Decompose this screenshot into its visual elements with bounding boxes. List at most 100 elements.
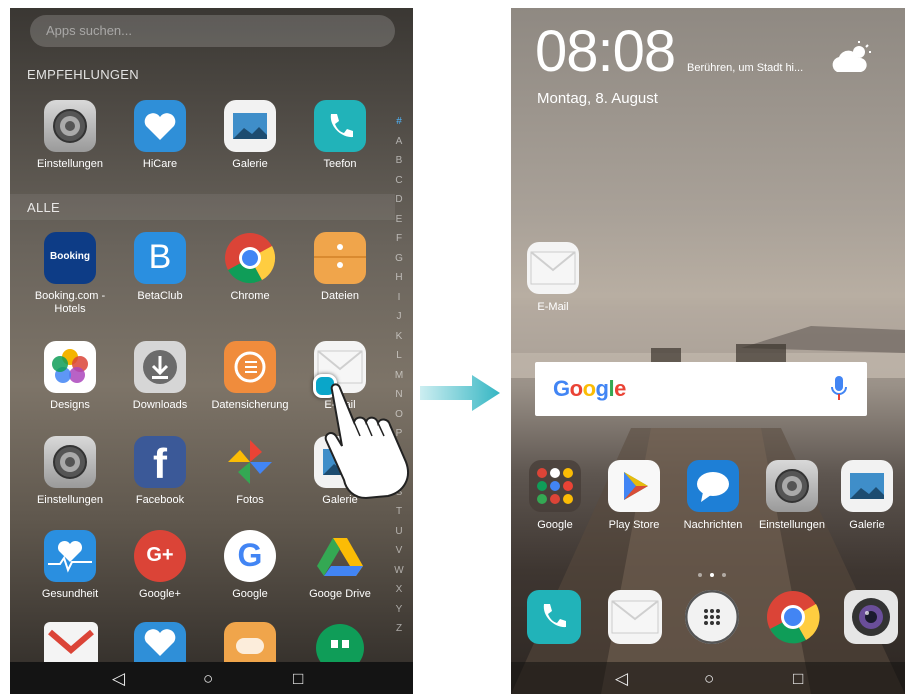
mail-icon bbox=[611, 600, 659, 634]
dock-email[interactable] bbox=[608, 590, 662, 644]
hangouts-icon bbox=[316, 624, 364, 672]
app-designs[interactable]: Designs bbox=[26, 341, 114, 412]
dock-app-drawer[interactable] bbox=[685, 590, 739, 644]
app-gesundheit[interactable]: Gesundheit bbox=[26, 530, 114, 601]
page-dot-active bbox=[710, 573, 714, 577]
app-chrome[interactable]: Chrome bbox=[206, 232, 294, 303]
app-label: Teefon bbox=[323, 158, 357, 170]
alphabet-index-letter[interactable]: A bbox=[392, 136, 406, 156]
home-app-nachrichten[interactable]: Nachrichten bbox=[673, 460, 753, 531]
app-dateien[interactable]: Dateien bbox=[296, 232, 384, 303]
app-label: Googe Drive bbox=[309, 588, 371, 600]
app-galerie-recommended[interactable]: Galerie bbox=[206, 100, 294, 171]
app-facebook[interactable]: f Facebook bbox=[116, 436, 204, 507]
google-search-bar[interactable]: Google bbox=[535, 362, 867, 416]
google-logo-letter: G bbox=[553, 376, 570, 401]
play-store-icon bbox=[608, 460, 660, 512]
gamepad-icon bbox=[236, 638, 264, 654]
alphabet-index-letter[interactable]: J bbox=[392, 311, 406, 331]
app-drawer-screen: Apps suchen... EMPFEHLUNGEN Einstellunge… bbox=[10, 8, 413, 694]
app-downloads[interactable]: Downloads bbox=[116, 341, 204, 412]
alphabet-index-letter[interactable]: W bbox=[392, 565, 406, 585]
alphabet-index-letter[interactable]: # bbox=[392, 116, 406, 136]
home-icon[interactable]: ○ bbox=[704, 669, 714, 689]
back-icon[interactable]: ◁ bbox=[615, 669, 628, 689]
settings-gear-icon bbox=[766, 460, 818, 512]
partly-cloudy-icon[interactable] bbox=[829, 40, 873, 76]
alphabet-index-letter[interactable]: T bbox=[392, 506, 406, 526]
app-fotos[interactable]: Fotos bbox=[206, 436, 294, 507]
google-logo-letter: o bbox=[569, 376, 583, 401]
hicare-heart-icon bbox=[134, 100, 186, 152]
home-app-galerie[interactable]: Galerie bbox=[827, 460, 905, 531]
app-label: Einstellungen bbox=[36, 158, 104, 170]
drive-icon bbox=[314, 530, 366, 582]
alphabet-index-letter[interactable]: I bbox=[392, 292, 406, 312]
alphabet-index-letter[interactable]: U bbox=[392, 526, 406, 546]
facebook-icon: f bbox=[134, 436, 186, 488]
health-icon bbox=[44, 530, 96, 582]
app-betaclub[interactable]: B BetaClub bbox=[116, 232, 204, 303]
app-hangouts-partial[interactable] bbox=[314, 622, 366, 672]
google-letter: G bbox=[237, 537, 263, 573]
app-einstellungen-recommended[interactable]: Einstellungen bbox=[26, 100, 114, 171]
google-logo: Google bbox=[553, 376, 626, 402]
alphabet-index-letter[interactable]: V bbox=[392, 545, 406, 565]
home-icon[interactable]: ○ bbox=[203, 669, 213, 689]
app-google-drive[interactable]: Googe Drive bbox=[296, 530, 384, 601]
home-app-google-folder[interactable]: Google bbox=[515, 460, 595, 531]
app-label: HiCare bbox=[142, 158, 178, 170]
transition-arrow-icon bbox=[420, 375, 500, 411]
app-label: Gesundheit bbox=[41, 588, 99, 600]
alphabet-index-letter[interactable]: E bbox=[392, 214, 406, 234]
app-booking[interactable]: Booking Booking.com - Hotels bbox=[26, 232, 114, 316]
app-datensicherung[interactable]: Datensicherung bbox=[206, 341, 294, 412]
alphabet-index-letter[interactable]: F bbox=[392, 233, 406, 253]
desktop-app-email[interactable]: E-Mail bbox=[513, 242, 593, 313]
home-app-einstellungen[interactable]: Einstellungen bbox=[752, 460, 832, 531]
clock-city-hint[interactable]: Berühren, um Stadt hi... bbox=[687, 62, 803, 74]
alphabet-index-letter[interactable]: C bbox=[392, 175, 406, 195]
dock-camera[interactable] bbox=[844, 590, 898, 644]
app-games-partial[interactable] bbox=[224, 622, 276, 662]
app-google-plus[interactable]: G+ Google+ bbox=[116, 530, 204, 601]
app-label: Einstellungen bbox=[36, 494, 104, 506]
alphabet-index-letter[interactable]: X bbox=[392, 584, 406, 604]
back-icon[interactable]: ◁ bbox=[112, 669, 125, 689]
settings-gear-icon bbox=[44, 100, 96, 152]
section-all: ALLE bbox=[27, 200, 61, 215]
lockscreen-date: Montag, 8. August bbox=[537, 90, 658, 107]
alphabet-index-letter[interactable]: Y bbox=[392, 604, 406, 624]
dock-phone[interactable] bbox=[527, 590, 581, 644]
recents-icon[interactable]: □ bbox=[793, 669, 803, 689]
dock-chrome[interactable] bbox=[766, 590, 820, 644]
app-hicare[interactable]: HiCare bbox=[116, 100, 204, 171]
recents-icon[interactable]: □ bbox=[293, 669, 303, 689]
apps-search-input[interactable]: Apps suchen... bbox=[30, 15, 395, 47]
search-placeholder: Apps suchen... bbox=[46, 23, 132, 38]
betaclub-icon: B bbox=[134, 232, 186, 284]
alphabet-index-letter[interactable]: Z bbox=[392, 623, 406, 643]
alphabet-index-letter[interactable]: G bbox=[392, 253, 406, 273]
navigation-bar: ◁ ○ □ bbox=[10, 662, 413, 694]
photos-pinwheel-icon bbox=[224, 436, 276, 488]
lockscreen-clock[interactable]: 08:08 bbox=[535, 18, 676, 85]
app-hicare-partial[interactable] bbox=[134, 622, 186, 662]
app-teefon[interactable]: Teefon bbox=[296, 100, 384, 171]
page-dot bbox=[722, 573, 726, 577]
gallery-icon bbox=[841, 460, 893, 512]
app-gmail-partial[interactable] bbox=[44, 622, 98, 662]
microphone-icon[interactable] bbox=[831, 376, 847, 402]
alphabet-index-letter[interactable]: L bbox=[392, 350, 406, 370]
home-app-play-store[interactable]: Play Store bbox=[594, 460, 674, 531]
alphabet-index-letter[interactable]: D bbox=[392, 194, 406, 214]
booking-icon: Booking bbox=[44, 232, 96, 284]
alphabet-index-letter[interactable]: H bbox=[392, 272, 406, 292]
app-label: Einstellungen bbox=[758, 519, 826, 531]
app-label: Google bbox=[537, 519, 573, 531]
messages-icon bbox=[687, 460, 739, 512]
app-google[interactable]: G Google bbox=[206, 530, 294, 601]
app-einstellungen[interactable]: Einstellungen bbox=[26, 436, 114, 507]
alphabet-index-letter[interactable]: B bbox=[392, 155, 406, 175]
alphabet-index-letter[interactable]: K bbox=[392, 331, 406, 351]
